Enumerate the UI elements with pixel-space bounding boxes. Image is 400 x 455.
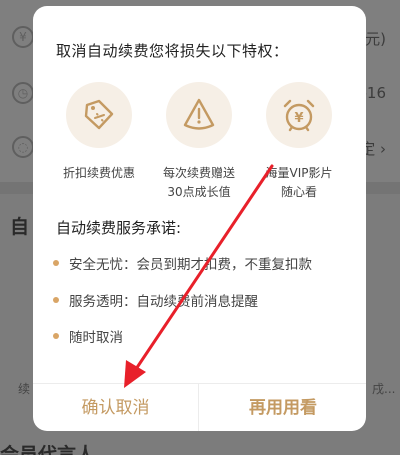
bg-left-text: 续 — [18, 382, 31, 396]
card-icon: ◌ — [12, 136, 34, 158]
confirm-cancel-button[interactable]: 确认取消 — [33, 384, 199, 431]
promise-title: 自动续费服务承诺: — [56, 219, 182, 237]
discount-tag-icon — [66, 82, 132, 148]
bullet-dot — [53, 260, 59, 266]
spokesperson-title: 会员代言人 — [0, 444, 96, 455]
yuan-icon: ¥ — [12, 26, 34, 48]
keep-using-button[interactable]: 再用用看 — [200, 384, 366, 431]
dialog-title: 取消自动续费您将损失以下特权： — [56, 42, 289, 60]
dialog-button-bar: 确认取消 再用用看 — [33, 383, 366, 431]
price-text: 元) — [365, 30, 386, 48]
benefit-label: 海量VIP影片 随心看 — [265, 166, 333, 199]
bg-right-text: 戌... — [372, 382, 396, 396]
promise-item: 安全无忧：会员到期才扣费，不重复扣款 — [53, 253, 312, 273]
benefit-label: 每次续费赠送 30点成长值 — [162, 166, 235, 199]
benefit-growth: 每次续费赠送 30点成长值 — [149, 82, 249, 202]
cancel-autorenew-dialog: 取消自动续费您将损失以下特权： 折扣续费优惠 每次续费赠送 30点成长值 ¥ 海… — [33, 6, 366, 431]
growth-bell-icon — [166, 82, 232, 148]
benefit-label: 折扣续费优惠 — [62, 166, 135, 180]
benefit-discount: 折扣续费优惠 — [49, 82, 149, 183]
promise-item: 随时取消 — [53, 326, 123, 346]
vip-alarm-icon: ¥ — [266, 82, 332, 148]
svg-text:¥: ¥ — [294, 111, 303, 126]
clock-icon: ◷ — [12, 82, 34, 104]
section-heading: 自 — [10, 216, 30, 238]
bullet-dot — [53, 297, 59, 303]
promise-item: 服务透明：自动续费前消息提醒 — [53, 290, 258, 310]
bullet-dot — [53, 333, 59, 339]
benefit-vip-movies: ¥ 海量VIP影片 随心看 — [249, 82, 349, 202]
